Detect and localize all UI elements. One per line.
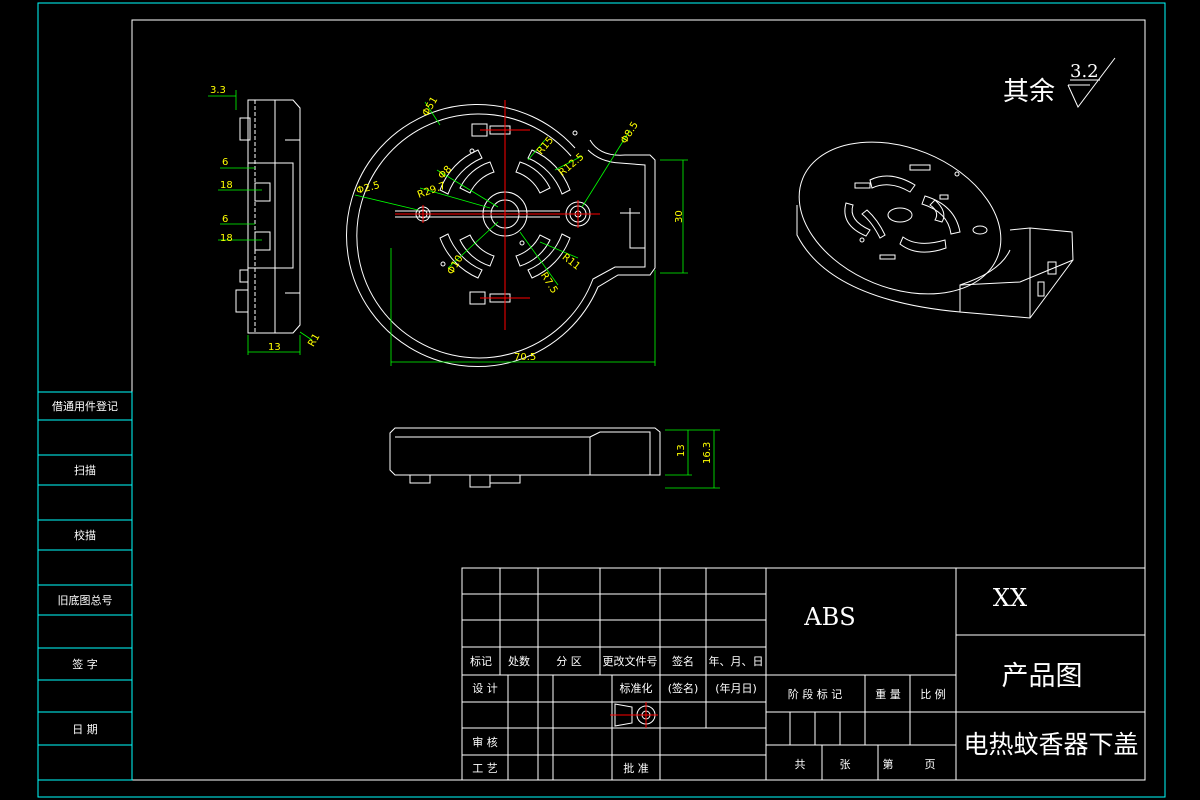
label-process: 工 艺 xyxy=(472,762,498,775)
label-scale: 比 例 xyxy=(920,687,946,701)
dim-d51: Φ51 xyxy=(421,95,441,118)
label-date-placeholder: (年月日) xyxy=(715,681,757,695)
label-sign-placeholder: (签名) xyxy=(668,681,699,695)
rev-header-signature: 签名 xyxy=(672,654,694,668)
bottom-view: 13 16.3 xyxy=(389,427,720,489)
projection-symbol-icon xyxy=(610,702,658,728)
material-value: ABS xyxy=(803,603,855,631)
company-name: XX xyxy=(993,584,1027,612)
dim-13-height: 13 xyxy=(676,444,687,457)
label-weight: 重 量 xyxy=(875,687,901,701)
rev-header-count: 处数 xyxy=(508,655,530,668)
cad-drawing: 借通用件登记 扫描 校描 旧底图总号 签 字 日 期 其余 3.2 3.3 6 … xyxy=(37,2,1166,798)
dim-16-3: 16.3 xyxy=(702,442,713,464)
dim-r11: R11 xyxy=(560,252,582,273)
dim-13-width: 13 xyxy=(268,342,281,353)
dim-r12-5: R12.5 xyxy=(557,151,586,178)
dim-3-3: 3.3 xyxy=(210,85,226,96)
dim-d8-5: Φ8.5 xyxy=(619,120,641,146)
rev-header-doc-no: 更改文件号 xyxy=(603,654,658,668)
side-label-date: 日 期 xyxy=(72,723,98,736)
dim-r29-7: R29.7 xyxy=(416,181,447,201)
side-label-scan: 扫描 xyxy=(74,463,96,477)
dim-d2-5: Φ2.5 xyxy=(355,180,381,197)
dim-r15: R15 xyxy=(535,135,556,157)
label-stage-mark: 阶 段 标 记 xyxy=(788,687,843,701)
label-sheets: 张 xyxy=(840,758,851,771)
side-label-trace-check: 校描 xyxy=(74,528,96,542)
dim-6-lower: 6 xyxy=(222,214,228,225)
side-label-signature: 签 字 xyxy=(72,657,98,671)
surface-finish-prefix: 其余 xyxy=(1003,77,1055,107)
side-label-old-drawing-no: 旧底图总号 xyxy=(58,593,113,607)
rev-header-mark: 标记 xyxy=(470,654,492,668)
drawing-type: 产品图 xyxy=(1002,661,1083,692)
rev-header-zone: 分 区 xyxy=(556,655,582,668)
label-review: 审 核 xyxy=(472,735,498,749)
front-view: 70.5 30 Φ51 R15 Φ8.5 Φ8 R12.5 R29.7 Φ2.5… xyxy=(346,95,688,368)
drawing-frame xyxy=(37,2,1166,798)
dim-r1: R1 xyxy=(306,332,322,349)
dim-70-5: 70.5 xyxy=(514,352,536,363)
label-standardize: 标准化 xyxy=(620,681,653,695)
title-block: 标记 处数 分 区 更改文件号 签名 年、月、日 设 计 标准化 (签名) (年… xyxy=(461,567,1146,781)
dim-6-upper: 6 xyxy=(222,157,228,168)
label-sheet-no: 第 xyxy=(883,757,894,771)
label-total: 共 xyxy=(795,758,806,771)
rev-header-date: 年、月、日 xyxy=(709,654,764,668)
surface-finish-symbol: 其余 3.2 xyxy=(1003,57,1116,108)
side-strip: 借通用件登记 扫描 校描 旧底图总号 签 字 日 期 xyxy=(37,391,133,781)
dim-18-lower: 18 xyxy=(220,233,233,244)
dim-r7-5: R7.5 xyxy=(538,270,559,295)
left-side-view: 3.3 6 18 6 18 13 R1 xyxy=(208,85,322,355)
label-page: 页 xyxy=(925,758,936,771)
dim-30: 30 xyxy=(674,210,685,223)
label-design: 设 计 xyxy=(472,682,498,695)
dim-18-upper: 18 xyxy=(220,180,233,191)
part-name: 电热蚊香器下盖 xyxy=(963,730,1138,759)
surface-roughness-value: 3.2 xyxy=(1070,61,1099,82)
label-approve: 批 准 xyxy=(623,761,649,775)
isometric-view xyxy=(796,141,1074,319)
side-label-registration: 借通用件登记 xyxy=(52,399,118,413)
